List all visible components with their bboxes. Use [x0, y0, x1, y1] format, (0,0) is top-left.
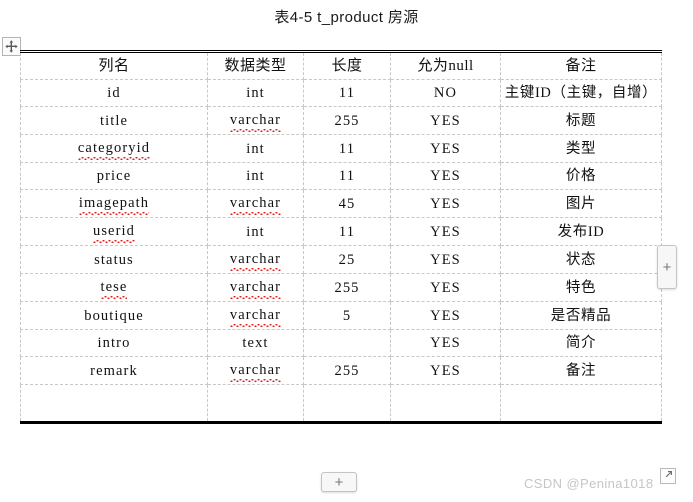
cell-empty[interactable] [303, 384, 391, 423]
spellcheck-underline: varchar [229, 360, 282, 382]
table-move-handle[interactable] [2, 37, 21, 56]
table-row[interactable]: imagepath varchar 45 YES 图片 [20, 189, 662, 218]
cell-data-type[interactable]: int [207, 134, 304, 163]
spellcheck-underline: userid [92, 221, 136, 243]
column-header: 长度 [303, 51, 391, 80]
spellcheck-underline: varchar [229, 277, 282, 299]
cell-nullable[interactable]: YES [390, 245, 501, 274]
table-row[interactable]: id int 11 NO 主键ID（主键，自增） [20, 79, 662, 107]
cell-length[interactable]: 255 [303, 273, 391, 302]
cell-data-type[interactable]: int [207, 162, 304, 190]
cell-data-type[interactable]: varchar [207, 273, 304, 302]
cell-length[interactable]: 45 [303, 189, 391, 218]
table-row[interactable]: status varchar 25 YES 状态 [20, 245, 662, 274]
cell-length[interactable] [303, 329, 391, 357]
table-resize-handle[interactable] [660, 468, 676, 484]
cell-column-name[interactable]: id [20, 79, 208, 107]
cell-length[interactable]: 255 [303, 356, 391, 385]
spellcheck-underline: varchar [229, 193, 282, 215]
cell-column-name[interactable]: categoryid [20, 134, 208, 163]
table-row[interactable]: tese varchar 255 YES 特色 [20, 273, 662, 302]
cell-nullable[interactable]: YES [390, 189, 501, 218]
cell-remark[interactable]: 备注 [500, 356, 662, 385]
column-header: 备注 [500, 51, 662, 80]
cell-nullable[interactable]: YES [390, 134, 501, 163]
move-arrows-icon [5, 40, 18, 53]
add-column-button[interactable]: + [657, 245, 677, 289]
cell-remark[interactable]: 状态 [500, 245, 662, 274]
table-row[interactable]: remark varchar 255 YES 备注 [20, 356, 662, 385]
cell-nullable[interactable]: YES [390, 329, 501, 357]
cell-remark[interactable]: 特色 [500, 273, 662, 302]
cell-data-type[interactable]: varchar [207, 189, 304, 218]
cell-length[interactable]: 11 [303, 162, 391, 190]
product-schema-table: 列名 数据类型 长度 允为null 备注 id int 11 NO 主键ID（主键，自增） titl… [20, 50, 662, 424]
cell-data-type[interactable]: text [207, 329, 304, 357]
cell-data-type[interactable]: int [207, 217, 304, 246]
cell-length[interactable]: 255 [303, 106, 391, 135]
table-row[interactable]: intro text YES 简介 [20, 329, 662, 357]
page-title: 表4-5 t_product 房源 [274, 9, 419, 26]
spellcheck-underline: imagepath [78, 193, 150, 215]
table-row[interactable]: categoryid int 11 YES 类型 [20, 134, 662, 163]
spellcheck-underline: categoryid [77, 138, 151, 160]
csdn-watermark: CSDN @Penina1018 [524, 476, 654, 491]
add-row-button[interactable]: + [321, 472, 357, 492]
spellcheck-underline: varchar [229, 305, 282, 327]
table-row[interactable]: title varchar 255 YES 标题 [20, 106, 662, 135]
cell-remark[interactable]: 价格 [500, 162, 662, 190]
table-empty-row[interactable] [20, 384, 662, 423]
cell-nullable[interactable]: NO [390, 79, 501, 107]
cell-length[interactable]: 11 [303, 134, 391, 163]
cell-data-type[interactable]: varchar [207, 301, 304, 330]
spellcheck-underline: varchar [229, 249, 282, 271]
spellcheck-underline: varchar [229, 110, 282, 132]
cell-remark[interactable]: 是否精品 [500, 301, 662, 330]
cell-column-name[interactable]: remark [20, 356, 208, 385]
table-row[interactable]: price int 11 YES 价格 [20, 162, 662, 190]
cell-empty[interactable] [207, 384, 304, 423]
column-header: 列名 [20, 51, 208, 80]
table-row[interactable]: userid int 11 YES 发布ID [20, 217, 662, 246]
cell-column-name[interactable]: status [20, 245, 208, 274]
cell-remark[interactable]: 简介 [500, 329, 662, 357]
table-row[interactable]: boutique varchar 5 YES 是否精品 [20, 301, 662, 330]
spellcheck-underline: tese [100, 277, 128, 299]
table-body: 列名 数据类型 长度 允为null 备注 id int 11 NO 主键ID（主键，自增） titl… [20, 51, 662, 423]
resize-arrow-icon [663, 467, 674, 485]
cell-data-type[interactable]: varchar [207, 245, 304, 274]
cell-remark[interactable]: 主键ID（主键，自增） [500, 79, 662, 107]
cell-remark[interactable]: 标题 [500, 106, 662, 135]
cell-column-name[interactable]: price [20, 162, 208, 190]
cell-data-type[interactable]: varchar [207, 106, 304, 135]
cell-column-name[interactable]: imagepath [20, 189, 208, 218]
cell-nullable[interactable]: YES [390, 217, 501, 246]
cell-column-name[interactable]: userid [20, 217, 208, 246]
cell-length[interactable]: 11 [303, 79, 391, 107]
cell-column-name[interactable]: title [20, 106, 208, 135]
cell-column-name[interactable]: boutique [20, 301, 208, 330]
cell-remark[interactable]: 类型 [500, 134, 662, 163]
cell-column-name[interactable]: intro [20, 329, 208, 357]
cell-data-type[interactable]: int [207, 79, 304, 107]
column-header: 允为null [390, 51, 501, 80]
cell-remark[interactable]: 发布ID [500, 217, 662, 246]
cell-empty[interactable] [500, 384, 662, 423]
cell-column-name[interactable]: tese [20, 273, 208, 302]
table-container: 列名 数据类型 长度 允为null 备注 id int 11 NO 主键ID（主键，自增） titl… [20, 50, 662, 424]
cell-data-type[interactable]: varchar [207, 356, 304, 385]
cell-nullable[interactable]: YES [390, 356, 501, 385]
cell-length[interactable]: 25 [303, 245, 391, 274]
cell-nullable[interactable]: YES [390, 162, 501, 190]
table-header-row: 列名 数据类型 长度 允为null 备注 [20, 51, 662, 80]
cell-empty[interactable] [390, 384, 501, 423]
cell-nullable[interactable]: YES [390, 301, 501, 330]
cell-remark[interactable]: 图片 [500, 189, 662, 218]
cell-length[interactable]: 5 [303, 301, 391, 330]
cell-empty[interactable] [20, 384, 208, 423]
cell-nullable[interactable]: YES [390, 106, 501, 135]
cell-length[interactable]: 11 [303, 217, 391, 246]
cell-nullable[interactable]: YES [390, 273, 501, 302]
column-header: 数据类型 [207, 51, 304, 80]
